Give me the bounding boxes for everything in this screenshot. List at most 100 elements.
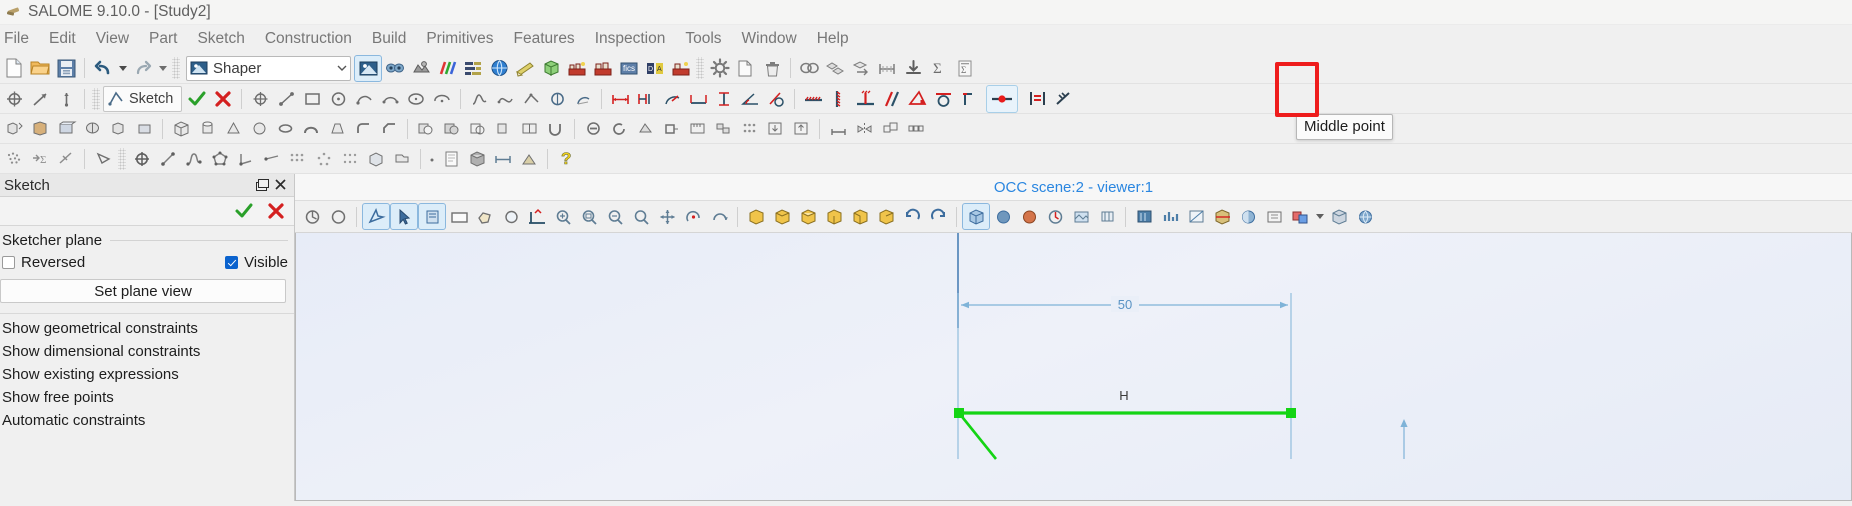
option-show-dimensional-constraints[interactable]: Show dimensional constraints — [0, 337, 294, 360]
angle-feature-icon[interactable] — [233, 146, 259, 171]
cube-shaded-icon[interactable] — [464, 146, 490, 171]
axis-cube-icon[interactable] — [1287, 204, 1313, 229]
partition-icon[interactable] — [517, 116, 543, 141]
arc-3points-icon[interactable] — [377, 86, 403, 111]
option-automatic-constraints[interactable]: Automatic constraints — [0, 406, 294, 429]
shoot-view-icon[interactable] — [1016, 204, 1042, 229]
import-icon[interactable] — [762, 116, 788, 141]
torus-icon[interactable] — [272, 116, 298, 141]
fit-all-icon[interactable] — [550, 204, 576, 229]
angle-icon[interactable] — [737, 86, 763, 111]
scaling-icon[interactable] — [1183, 204, 1209, 229]
box-icon[interactable] — [168, 116, 194, 141]
cone-icon[interactable] — [220, 116, 246, 141]
parallel-constraint-icon[interactable] — [878, 86, 904, 111]
multi-translation-3d-icon[interactable] — [903, 116, 929, 141]
panning-icon[interactable] — [628, 204, 654, 229]
option-show-geometrical-constraints[interactable]: Show geometrical constraints — [0, 314, 294, 337]
document-icon[interactable] — [438, 146, 464, 171]
vertical-constraint-icon[interactable] — [826, 86, 852, 111]
panel-accept-icon[interactable] — [234, 202, 254, 220]
revolution-fuse-icon[interactable] — [131, 116, 157, 141]
plane-icon[interactable] — [53, 86, 79, 111]
shading-model-icon[interactable] — [1235, 204, 1261, 229]
radius-icon[interactable] — [659, 86, 685, 111]
menu-part[interactable]: Part — [139, 27, 187, 51]
bspline-icon[interactable] — [466, 86, 492, 111]
sketch-view-icon[interactable] — [524, 204, 550, 229]
transform-icon[interactable] — [848, 56, 874, 81]
multi-translation-icon[interactable] — [285, 146, 311, 171]
redo-button[interactable] — [130, 56, 156, 81]
line-feature-icon[interactable] — [155, 146, 181, 171]
union-icon[interactable] — [543, 116, 569, 141]
equal-constraint-icon[interactable] — [1024, 86, 1050, 111]
selection-mode-icon[interactable] — [362, 203, 390, 230]
light-source-icon[interactable] — [1094, 204, 1120, 229]
mirror-3d-icon[interactable] — [851, 116, 877, 141]
filters-icon[interactable] — [53, 146, 79, 171]
sum-sigma-icon[interactable]: Σ — [926, 56, 952, 81]
menu-build[interactable]: Build — [362, 27, 416, 51]
menu-tools[interactable]: Tools — [675, 27, 731, 51]
collinear-constraint-icon[interactable] — [1050, 86, 1076, 111]
group-icon[interactable] — [796, 56, 822, 81]
reject-cross-icon[interactable] — [210, 86, 236, 111]
pipe-icon[interactable] — [298, 116, 324, 141]
top-view-icon[interactable] — [795, 204, 821, 229]
import-file-icon[interactable] — [389, 146, 415, 171]
boolean-smash-icon[interactable] — [491, 116, 517, 141]
point-origin-icon[interactable] — [1, 86, 27, 111]
angle-constraint-icon[interactable] — [904, 86, 930, 111]
shading-icon[interactable] — [516, 146, 542, 171]
redo-dropdown-arrow[interactable] — [156, 56, 170, 81]
toolbar-grip-2[interactable] — [696, 57, 704, 79]
tangent-constraint-icon[interactable] — [763, 86, 789, 111]
multi-rotation-icon[interactable] — [311, 146, 337, 171]
polygon-feature-icon[interactable] — [207, 146, 233, 171]
menu-features[interactable]: Features — [504, 27, 585, 51]
reset-view-icon[interactable] — [962, 203, 990, 230]
point-icon[interactable] — [247, 86, 273, 111]
duplicate-icon[interactable] — [822, 56, 848, 81]
rectangle-icon[interactable] — [299, 86, 325, 111]
polyline-icon[interactable] — [90, 146, 116, 171]
module-button-extra[interactable] — [668, 56, 694, 81]
group-feature-icon[interactable] — [710, 116, 736, 141]
bottom-view-icon[interactable] — [821, 204, 847, 229]
parameters-icon[interactable]: Σ — [952, 56, 978, 81]
boolean-fuse-icon[interactable] — [439, 116, 465, 141]
module-button-geometry[interactable] — [382, 56, 408, 81]
chamfer-icon[interactable] — [376, 116, 402, 141]
extrusion-fuse-icon[interactable] — [53, 116, 79, 141]
misc-toolbar-grip[interactable] — [118, 147, 126, 170]
elliptic-arc-icon[interactable] — [429, 86, 455, 111]
update-rate-icon[interactable] — [1157, 204, 1183, 229]
accept-check-icon[interactable] — [184, 86, 210, 111]
zoom-window-icon[interactable] — [446, 204, 472, 229]
chevron-down-icon[interactable] — [334, 65, 350, 72]
dimension-3d-icon[interactable] — [825, 116, 851, 141]
scale-3d-icon[interactable] — [877, 116, 903, 141]
delete-trash-icon[interactable] — [759, 56, 785, 81]
cylinder-icon[interactable] — [194, 116, 220, 141]
fillet-3d-icon[interactable] — [350, 116, 376, 141]
panel-reject-icon[interactable] — [266, 202, 286, 220]
recording-icon[interactable] — [325, 204, 351, 229]
undock-icon[interactable] — [254, 178, 269, 193]
reversed-checkbox[interactable] — [2, 256, 15, 269]
open-document-button[interactable] — [27, 56, 53, 81]
module-button-medcalc[interactable]: fics — [616, 56, 642, 81]
remove-subshapes-icon[interactable] — [580, 116, 606, 141]
export-shape-icon[interactable] — [788, 116, 814, 141]
axis-icon[interactable] — [27, 86, 53, 111]
circle-select-icon[interactable] — [498, 204, 524, 229]
graduated-axes-icon[interactable] — [1131, 204, 1157, 229]
front-view-icon[interactable] — [743, 204, 769, 229]
pan-icon[interactable] — [418, 203, 446, 230]
revolution-icon[interactable] — [79, 116, 105, 141]
module-button-notebook[interactable] — [512, 56, 538, 81]
anticlockwise-icon[interactable] — [899, 204, 925, 229]
clockwise-icon[interactable] — [925, 204, 951, 229]
copy-icon[interactable] — [733, 56, 759, 81]
